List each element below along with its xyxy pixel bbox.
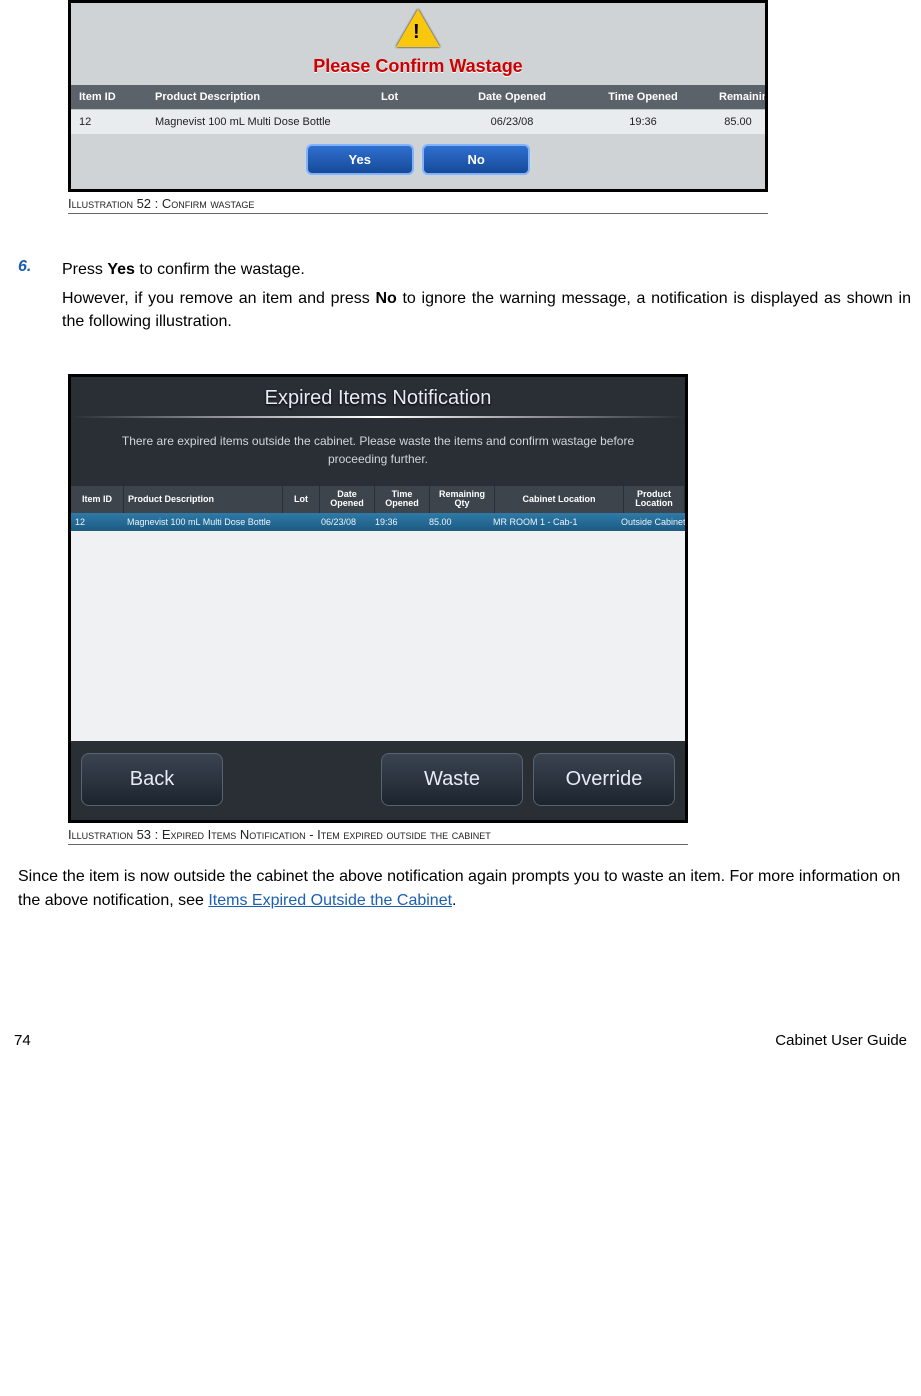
col-product-loc: Product Location <box>624 486 685 514</box>
col-date-opened: Date Opened <box>320 486 375 514</box>
illustration-53: Expired Items Notification There are exp… <box>68 374 688 846</box>
override-button[interactable]: Override <box>533 753 675 806</box>
dialog-title: Expired Items Notification <box>71 377 685 416</box>
col-description: Product Description <box>124 486 283 514</box>
no-button[interactable]: No <box>422 144 530 175</box>
title-underline <box>71 416 685 418</box>
illustration-53-caption: Illustration 53 : Expired Items Notifica… <box>68 823 688 845</box>
text: Since the item is now outside the cabine… <box>18 868 900 908</box>
cell-remaining-qty: 85.00 <box>425 513 489 531</box>
cell-description: Magnevist 100 mL Multi Dose Bottle <box>147 110 373 134</box>
text: . <box>452 892 456 909</box>
empty-list-area <box>71 531 685 741</box>
cell-item-id: 12 <box>71 513 123 531</box>
trailing-paragraph: Since the item is now outside the cabine… <box>18 865 903 911</box>
link-items-expired-outside-cabinet[interactable]: Items Expired Outside the Cabinet <box>208 892 452 909</box>
col-time-opened: Time Opened <box>575 85 711 109</box>
cell-time-opened: 19:36 <box>371 513 425 531</box>
warning-icon: ! <box>396 9 440 47</box>
col-item-id: Item ID <box>71 85 147 109</box>
table-row[interactable]: 12 Magnevist 100 mL Multi Dose Bottle 06… <box>71 513 685 531</box>
cell-item-id: 12 <box>71 110 147 134</box>
cell-description: Magnevist 100 mL Multi Dose Bottle <box>123 513 281 531</box>
waste-button[interactable]: Waste <box>381 753 523 806</box>
dialog-message: There are expired items outside the cabi… <box>71 432 685 486</box>
col-cabinet-loc: Cabinet Location <box>495 486 624 514</box>
cell-lot <box>373 110 449 134</box>
cell-remaining-qty: 85.00 <box>711 110 765 134</box>
back-button[interactable]: Back <box>81 753 223 806</box>
col-time-opened: Time Opened <box>375 486 430 514</box>
text: Press <box>62 261 107 278</box>
page-number: 74 <box>14 1032 31 1049</box>
col-item-id: Item ID <box>71 486 124 514</box>
bold-yes: Yes <box>107 261 135 278</box>
table-row: 12 Magnevist 100 mL Multi Dose Bottle 06… <box>71 109 765 134</box>
col-lot: Lot <box>283 486 320 514</box>
button-row: Yes No <box>71 134 765 189</box>
document-title: Cabinet User Guide <box>775 1032 907 1049</box>
warning-icon-row: ! <box>71 3 765 54</box>
text: to confirm the wastage. <box>135 261 305 278</box>
confirm-wastage-dialog: ! Please Confirm Wastage Item ID Product… <box>68 0 768 192</box>
col-remaining-qty: Remaining Qty <box>430 486 495 514</box>
page-footer: 74 Cabinet User Guide <box>0 952 921 1069</box>
button-row: Back Waste Override <box>71 741 685 820</box>
step-6: 6. Press Yes to confirm the wastage. How… <box>18 258 911 334</box>
text: However, if you remove an item and press <box>62 290 375 307</box>
cell-date-opened: 06/23/08 <box>449 110 575 134</box>
expired-items-dialog: Expired Items Notification There are exp… <box>68 374 688 824</box>
table-header: Item ID Product Description Lot Date Ope… <box>71 486 685 514</box>
cell-lot <box>281 513 317 531</box>
cell-product-loc: Outside Cabinet <box>617 513 685 531</box>
cell-cabinet-loc: MR ROOM 1 - Cab-1 <box>489 513 617 531</box>
bold-no: No <box>375 290 396 307</box>
yes-button[interactable]: Yes <box>306 144 414 175</box>
col-date-opened: Date Opened <box>449 85 575 109</box>
illustration-52-caption: Illustration 52 : Confirm wastage <box>68 192 768 214</box>
table-header: Item ID Product Description Lot Date Ope… <box>71 85 765 109</box>
cell-time-opened: 19:36 <box>575 110 711 134</box>
cell-date-opened: 06/23/08 <box>317 513 371 531</box>
step-number: 6. <box>18 258 62 334</box>
col-description: Product Description <box>147 85 373 109</box>
col-remaining-qty: Remaining Qty <box>711 85 765 109</box>
illustration-52: ! Please Confirm Wastage Item ID Product… <box>68 0 768 214</box>
dialog-title: Please Confirm Wastage <box>71 56 765 77</box>
step-text: Press Yes to confirm the wastage. Howeve… <box>62 258 911 334</box>
col-lot: Lot <box>373 85 449 109</box>
